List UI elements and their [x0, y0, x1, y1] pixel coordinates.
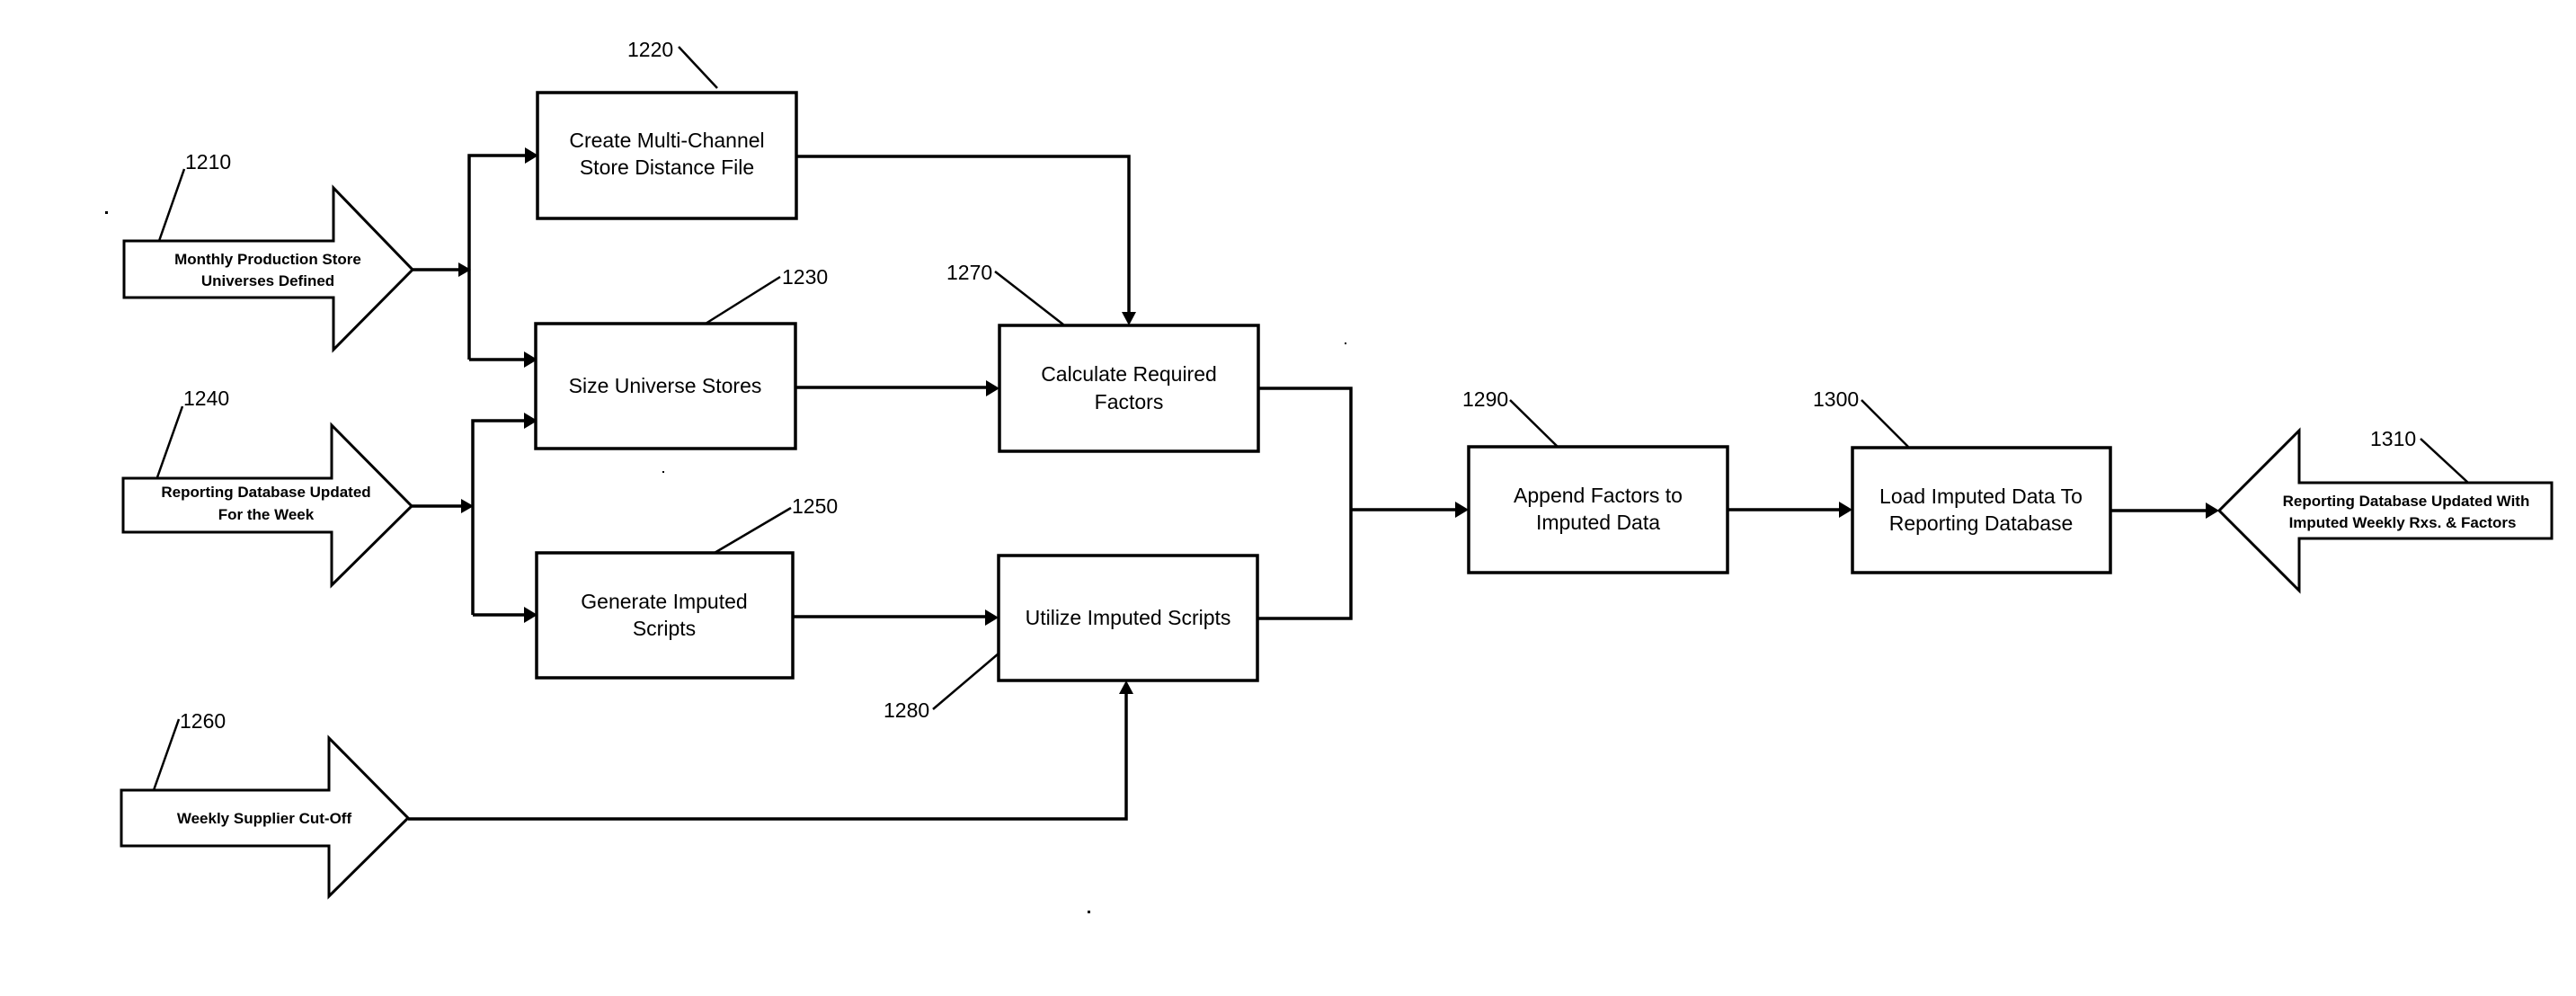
step-1250: Generate Imputed Scripts: [535, 551, 795, 680]
leader-line-1230: [705, 275, 781, 325]
leader-line-1270: [994, 271, 1064, 325]
leader-line-1240: [155, 405, 184, 478]
process-box: [535, 551, 795, 680]
step-label-line2: Store Distance File: [580, 156, 754, 179]
block-arrow-shape: [122, 184, 415, 353]
input-label-line1: Reporting Database Updated: [161, 484, 370, 501]
input-label-line2: Universes Defined: [201, 272, 334, 289]
leader-line-1220: [678, 46, 718, 89]
arrowhead-into-1270-left: [986, 380, 999, 396]
step-label-line2: Imputed Data: [1536, 511, 1660, 534]
leader-line-1210: [157, 168, 186, 242]
step-label-line1: Create Multi-Channel: [569, 129, 764, 152]
process-box: [998, 324, 1260, 453]
output-label-line1: Reporting Database Updated With: [2283, 493, 2530, 510]
step-label-line1: Generate Imputed: [581, 590, 747, 613]
reference-numerals: 1210 1240 1260 1220 1230 1250 1270 1280 …: [152, 38, 2469, 791]
connector-1270-merge: [1257, 387, 1353, 620]
ref-number-1280: 1280: [884, 698, 929, 722]
leader-line-1310: [2420, 438, 2469, 484]
step-label-line2: Factors: [1095, 390, 1164, 414]
flow-diagram: Monthly Production Store Universes Defin…: [105, 38, 2554, 913]
arrowhead-into-1280-left: [985, 609, 999, 626]
step-1220: Create Multi-Channel Store Distance File: [536, 91, 798, 220]
step-label-line1: Calculate Required: [1041, 362, 1217, 386]
step-label-line1: Size Universe Stores: [569, 374, 762, 397]
process-box: [1851, 446, 2112, 574]
input-label-line1: Weekly Supplier Cut-Off: [177, 810, 352, 827]
ref-number-1290: 1290: [1462, 387, 1508, 411]
arrowhead-into-1290: [1455, 502, 1469, 518]
input-label-line1: Monthly Production Store: [174, 251, 361, 268]
leader-line-1250: [714, 506, 792, 555]
leader-line-1280: [932, 653, 999, 710]
step-label-line2: Scripts: [633, 617, 696, 640]
ref-number-1220: 1220: [627, 38, 673, 61]
ref-number-1240: 1240: [183, 387, 229, 410]
speck: [662, 471, 664, 473]
step-1290: Append Factors to Imputed Data: [1467, 445, 1729, 574]
arrowhead-into-1310: [2206, 502, 2219, 519]
ref-number-1310: 1310: [2370, 427, 2416, 450]
ref-number-1270: 1270: [946, 261, 992, 284]
step-label-line1: Utilize Imputed Scripts: [1026, 606, 1231, 629]
leader-line-1260: [152, 718, 181, 791]
step-label-line1: Load Imputed Data To: [1879, 485, 2083, 508]
arrowhead-into-1270-top: [1122, 312, 1136, 325]
ref-number-1230: 1230: [782, 265, 828, 289]
input-label-line2: For the Week: [218, 506, 315, 523]
step-1300: Load Imputed Data To Reporting Database: [1851, 446, 2112, 574]
connector-junction-1230-1250: [471, 419, 530, 615]
arrowhead-into-1300: [1839, 502, 1852, 518]
speck: [105, 211, 108, 214]
speck: [1088, 911, 1090, 913]
step-label-line1: Append Factors to: [1514, 484, 1683, 507]
leader-line-1290: [1509, 399, 1559, 448]
ref-number-1300: 1300: [1813, 387, 1859, 411]
leader-line-1300: [1861, 399, 1909, 448]
ref-number-1210: 1210: [185, 150, 231, 173]
ref-number-1250: 1250: [792, 494, 838, 518]
connector-1260-1280: [408, 692, 1128, 821]
step-1230: Size Universe Stores: [534, 322, 797, 450]
output-arrow-1310: Reporting Database Updated With Imputed …: [2216, 427, 2554, 594]
process-box: [1467, 445, 1729, 574]
step-1270: Calculate Required Factors: [998, 324, 1260, 453]
connector-junction-1220-1230: [467, 154, 530, 360]
output-label-line2: Imputed Weekly Rxs. & Factors: [2289, 514, 2517, 531]
connector-1220-1270: [796, 155, 1131, 315]
arrowhead-into-1280-bottom: [1119, 680, 1133, 694]
block-arrow-shape: [2216, 427, 2554, 594]
ref-number-1260: 1260: [180, 709, 226, 733]
input-arrow-1210: Monthly Production Store Universes Defin…: [122, 184, 415, 353]
step-1280: Utilize Imputed Scripts: [997, 554, 1259, 682]
step-label-line2: Reporting Database: [1889, 511, 2074, 535]
speck: [1345, 342, 1346, 344]
